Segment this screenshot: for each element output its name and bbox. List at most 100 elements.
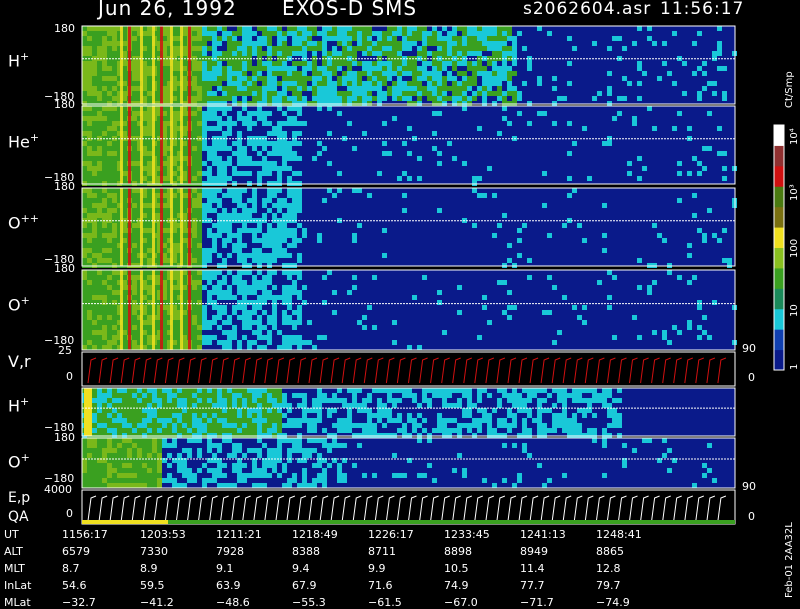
heatmap-cell — [132, 428, 137, 433]
heatmap-cell — [362, 325, 367, 330]
heatmap-cell — [262, 156, 267, 161]
heatmap-cell — [217, 86, 222, 91]
heatmap-cell — [322, 398, 327, 403]
heatmap-cell — [547, 408, 552, 413]
heatmap-cell — [592, 96, 597, 101]
heatmap-cell — [237, 280, 242, 285]
heatmap-cell — [172, 403, 177, 408]
heatmap-cell — [717, 41, 722, 46]
heatmap-cell — [297, 203, 302, 208]
heatmap-cell — [147, 330, 152, 335]
heatmap-cell — [102, 320, 107, 325]
heatmap-cell — [247, 86, 252, 91]
heatmap-cell — [262, 408, 267, 413]
heatmap-cell — [287, 141, 292, 146]
heatmap-cell — [207, 270, 212, 275]
heatmap-cell — [407, 26, 412, 31]
heatmap-cell — [247, 270, 252, 275]
heatmap-cell — [97, 106, 102, 111]
heatmap-cell — [227, 238, 232, 243]
heatmap-cell — [187, 428, 192, 433]
heatmap-cell — [247, 76, 252, 81]
heatmap-cell — [192, 198, 197, 203]
heatmap-cell — [282, 290, 287, 295]
heatmap-cell — [312, 61, 317, 66]
heatmap-cell — [447, 36, 452, 41]
heatmap-cell — [112, 71, 117, 76]
heatmap-cell — [272, 403, 277, 408]
heatmap-cell — [287, 285, 292, 290]
heatmap-cell — [147, 305, 152, 310]
heatmap-cell — [272, 96, 277, 101]
heatmap-cell — [132, 320, 137, 325]
heatmap-cell — [197, 413, 202, 418]
heatmap-cell — [212, 388, 217, 393]
heatmap-cell — [357, 223, 362, 228]
heatmap-cell — [587, 398, 592, 403]
heatmap-cell — [507, 51, 512, 56]
heatmap-cell — [372, 413, 377, 418]
heatmap-cell — [607, 388, 612, 393]
heatmap-cell — [342, 428, 347, 433]
heatmap-cell — [97, 413, 102, 418]
heatmap-cell — [552, 86, 557, 91]
heatmap-cell — [707, 208, 712, 213]
heatmap-cell — [697, 161, 702, 166]
heatmap-cell — [462, 473, 467, 478]
heatmap-cell — [197, 198, 202, 203]
heatmap-cell — [147, 41, 152, 46]
heatmap-cell — [332, 290, 337, 295]
heatmap-cell — [257, 71, 262, 76]
heatmap-cell — [212, 453, 217, 458]
heatmap-cell — [257, 228, 262, 233]
heatmap-cell — [217, 290, 222, 295]
heatmap-cell — [602, 141, 607, 146]
heatmap-cell — [202, 141, 207, 146]
heatmap-cell — [92, 398, 97, 403]
heatmap-cell — [502, 423, 507, 428]
heatmap-cell — [397, 91, 402, 96]
heatmap-cell — [202, 171, 207, 176]
heatmap-cell — [517, 238, 522, 243]
heatmap-cell — [537, 111, 542, 116]
heatmap-cell — [497, 223, 502, 228]
heatmap-cell — [502, 66, 507, 71]
heatmap-cell — [197, 66, 202, 71]
heatmap-cell — [557, 423, 562, 428]
heatmap-cell — [267, 141, 272, 146]
heatmap-cell — [267, 41, 272, 46]
heatmap-cell — [317, 238, 322, 243]
heatmap-cell — [532, 388, 537, 393]
heatmap-cell — [482, 31, 487, 36]
heatmap-cell — [197, 126, 202, 131]
heatmap-cell — [342, 81, 347, 86]
heatmap-cell — [372, 325, 377, 330]
heatmap-cell — [422, 31, 427, 36]
heatmap-cell — [92, 280, 97, 285]
heatmap-cell — [207, 438, 212, 443]
heatmap-cell — [302, 46, 307, 51]
heatmap-cell — [297, 26, 302, 31]
heatmap-cell — [112, 111, 117, 116]
heatmap-cell — [437, 91, 442, 96]
qa-bar — [82, 520, 168, 524]
heatmap-cell — [252, 121, 257, 126]
heatmap-cell — [237, 198, 242, 203]
heatmap-cell — [152, 438, 157, 443]
heatmap-cell — [252, 320, 257, 325]
heatmap-cell — [487, 71, 492, 76]
heatmap-cell — [287, 151, 292, 156]
heatmap-cell — [487, 413, 492, 418]
heatmap-cell — [647, 438, 652, 443]
heatmap-cell — [452, 418, 457, 423]
heatmap-cell — [697, 96, 702, 101]
heatmap-cell — [127, 473, 132, 478]
heatmap-cell — [272, 248, 277, 253]
heatmap-cell — [242, 223, 247, 228]
heatmap-cell — [107, 188, 112, 193]
heatmap-cell — [287, 290, 292, 295]
heatmap-cell — [327, 31, 332, 36]
heatmap-cell — [397, 473, 402, 478]
heatmap-cell — [507, 393, 512, 398]
heatmap-cell — [322, 71, 327, 76]
